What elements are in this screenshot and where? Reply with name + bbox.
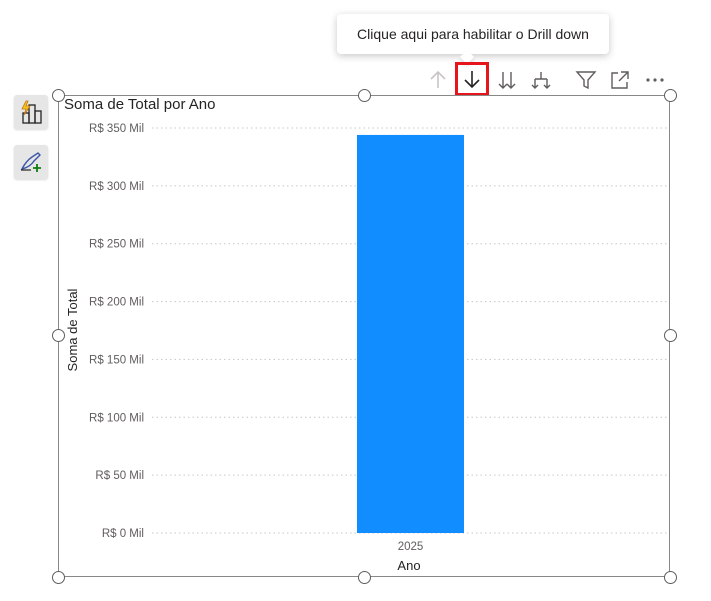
y-tick-label: R$ 50 Mil <box>95 470 144 482</box>
resize-handle-top-left[interactable] <box>52 89 65 102</box>
x-tick-label: 2025 <box>398 541 424 553</box>
y-tick-label: R$ 200 Mil <box>89 297 144 309</box>
bar-2025[interactable] <box>357 134 464 533</box>
y-axis-title: Soma de Total <box>65 288 80 371</box>
resize-handle-top-right[interactable] <box>664 89 677 102</box>
resize-handle-right[interactable] <box>664 329 677 342</box>
resize-handle-top[interactable] <box>358 89 371 102</box>
resize-handle-bottom-left[interactable] <box>52 571 65 584</box>
y-tick-label: R$ 350 Mil <box>89 123 144 135</box>
x-axis-title: Ano <box>397 558 420 573</box>
resize-handle-bottom[interactable] <box>358 571 371 584</box>
y-tick-label: R$ 0 Mil <box>102 528 144 540</box>
y-tick-label: R$ 150 Mil <box>89 354 144 366</box>
y-tick-label: R$ 100 Mil <box>89 412 144 424</box>
y-tick-label: R$ 300 Mil <box>89 181 144 193</box>
y-tick-label: R$ 250 Mil <box>89 239 144 251</box>
resize-handle-bottom-right[interactable] <box>664 571 677 584</box>
chart-title: Soma de Total por Ano <box>64 96 216 113</box>
resize-handle-left[interactable] <box>52 329 65 342</box>
bar-chart: R$ 0 Mil R$ 50 Mil R$ 100 Mil R$ 150 Mil R$ … <box>65 123 668 573</box>
